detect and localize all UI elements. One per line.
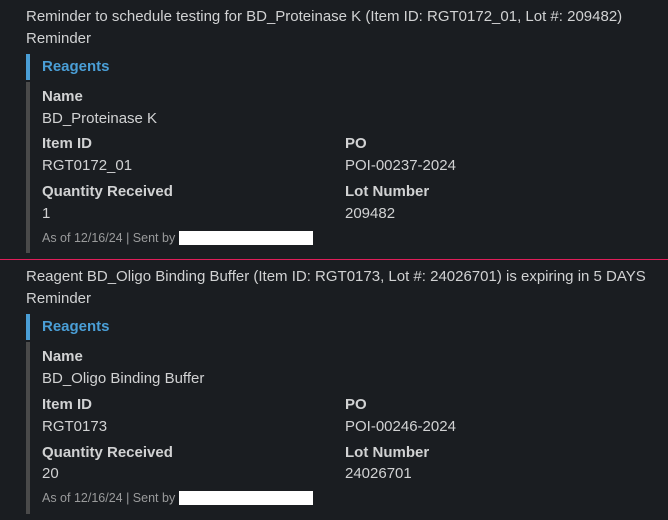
section-bar: Reagents [26,314,648,340]
field-label: Name [42,86,648,108]
field-value: BD_Oligo Binding Buffer [42,368,648,390]
field-itemid: Item ID RGT0173 [42,394,345,438]
field-label: Name [42,346,648,368]
field-label: Quantity Received [42,442,345,464]
field-value: RGT0173 [42,416,345,438]
field-value: POI-00237-2024 [345,155,648,177]
attachment-block: Name BD_Oligo Binding Buffer Item ID RGT… [26,342,648,514]
field-value: 1 [42,203,345,225]
section-title: Reagents [42,314,648,340]
field-label: Lot Number [345,442,648,464]
redacted-sender [179,491,313,505]
field-lot: Lot Number 24026701 [345,442,648,486]
section-bar: Reagents [26,54,648,80]
field-value: 20 [42,463,345,485]
attachment-footer: As of 12/16/24 | Sent by [42,229,648,247]
redacted-sender [179,231,313,245]
field-label: Item ID [42,133,345,155]
message-title: Reminder to schedule testing for BD_Prot… [26,6,648,50]
field-po: PO POI-00246-2024 [345,394,648,438]
field-itemid: Item ID RGT0172_01 [42,133,345,177]
field-name: Name BD_Proteinase K [42,86,648,130]
field-label: Item ID [42,394,345,416]
field-label: Lot Number [345,181,648,203]
message-block: Reminder to schedule testing for BD_Prot… [0,0,668,259]
field-label: PO [345,133,648,155]
field-value: RGT0172_01 [42,155,345,177]
attachment-footer: As of 12/16/24 | Sent by [42,489,648,507]
footer-text: As of 12/16/24 | Sent by [42,229,175,247]
field-po: PO POI-00237-2024 [345,133,648,177]
section-title: Reagents [42,54,648,80]
field-qty: Quantity Received 20 [42,442,345,486]
field-value: BD_Proteinase K [42,108,648,130]
field-name: Name BD_Oligo Binding Buffer [42,346,648,390]
field-label: Quantity Received [42,181,345,203]
field-label: PO [345,394,648,416]
field-value: 24026701 [345,463,648,485]
footer-text: As of 12/16/24 | Sent by [42,489,175,507]
message-block: :11 Reagent BD_Oligo Binding Buffer (Ite… [0,259,668,519]
attachment-block: Name BD_Proteinase K Item ID RGT0172_01 … [26,82,648,254]
message-title: Reagent BD_Oligo Binding Buffer (Item ID… [26,266,648,310]
field-lot: Lot Number 209482 [345,181,648,225]
field-value: POI-00246-2024 [345,416,648,438]
field-value: 209482 [345,203,648,225]
field-qty: Quantity Received 1 [42,181,345,225]
